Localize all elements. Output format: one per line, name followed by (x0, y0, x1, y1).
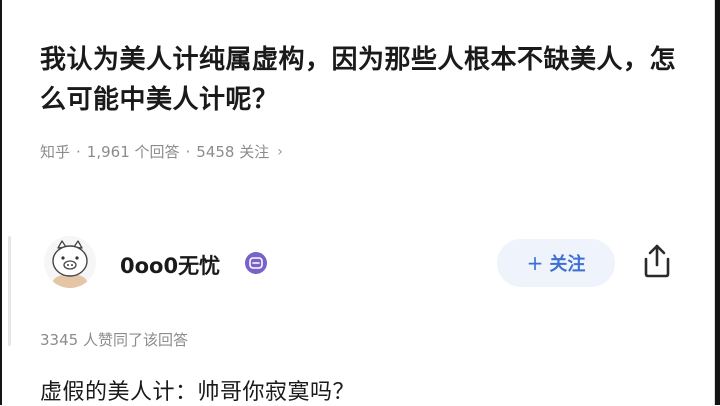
meta-separator: · (185, 142, 191, 161)
scroll-indicator[interactable] (8, 236, 11, 346)
question-meta: 知乎 · 1,961 个回答 · 5458 关注 › (40, 141, 283, 162)
answer-text[interactable]: 虚假的美人计：帅哥你寂寞吗？ (40, 374, 355, 406)
follower-count[interactable]: 5458 关注 (196, 141, 269, 162)
member-badge-icon[interactable] (245, 252, 267, 274)
meta-separator: · (76, 142, 81, 161)
share-icon[interactable] (640, 243, 674, 279)
upvote-summary: 3345 人赞同了该回答 (40, 331, 188, 349)
question-title[interactable]: 我认为美人计纯属虚构，因为那些人根本不缺美人，怎么可能中美人计呢？ (40, 40, 690, 120)
pig-avatar-icon[interactable] (44, 236, 96, 288)
chevron-right-icon[interactable]: › (277, 144, 283, 160)
answer-count[interactable]: 1,961 个回答 (87, 141, 180, 162)
author-name[interactable]: 0oo0无忧 (120, 250, 220, 280)
screen-edge-right (715, 0, 720, 405)
plus-icon: + (526, 251, 544, 275)
platform-label[interactable]: 知乎 (40, 141, 70, 162)
screen-edge-left (0, 0, 2, 405)
follow-button[interactable]: + 关注 (497, 239, 615, 287)
follow-button-label: 关注 (549, 254, 586, 275)
